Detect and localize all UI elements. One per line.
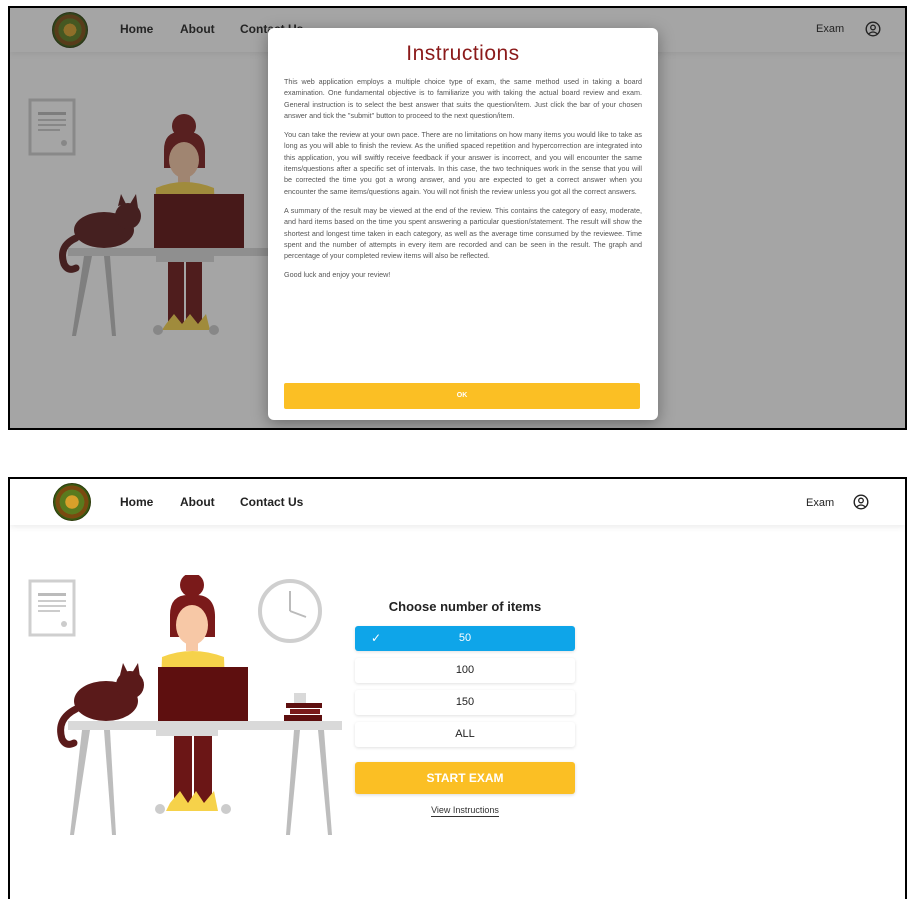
screenshot-choose-items: Home About Contact Us Exam Choose number… bbox=[8, 477, 907, 899]
option-150[interactable]: 150 bbox=[355, 690, 575, 715]
view-instructions-label: View Instructions bbox=[431, 805, 499, 817]
modal-body: This web application employs a multiple … bbox=[284, 76, 642, 289]
certificate-icon bbox=[28, 579, 76, 637]
instruction-paragraph: Good luck and enjoy your review! bbox=[284, 270, 391, 280]
start-exam-button[interactable]: START EXAM bbox=[355, 762, 575, 794]
instruction-paragraph: You can take the review at your own pace… bbox=[284, 130, 642, 196]
instructions-modal: Instructions This web application employ… bbox=[268, 28, 658, 420]
modal-title: Instructions bbox=[406, 42, 520, 65]
option-all[interactable]: ALL bbox=[355, 722, 575, 747]
wall-clock-icon bbox=[258, 579, 322, 643]
seal-logo-icon[interactable] bbox=[53, 483, 91, 521]
option-label: 150 bbox=[455, 696, 475, 708]
navbar: Home About Contact Us Exam bbox=[10, 479, 905, 525]
check-icon: ✓ bbox=[371, 631, 382, 645]
option-50[interactable]: ✓ 50 bbox=[355, 626, 575, 651]
user-circle-icon[interactable] bbox=[853, 494, 869, 510]
view-instructions-link[interactable]: View Instructions bbox=[355, 805, 575, 817]
ok-button[interactable]: OK bbox=[284, 383, 640, 409]
nav-about-link[interactable]: About bbox=[180, 495, 215, 509]
nav-exam-link[interactable]: Exam bbox=[806, 497, 834, 509]
option-label: 50 bbox=[458, 632, 472, 644]
study-illustration bbox=[28, 575, 342, 835]
screenshot-instructions-modal: Home About Contact Us Exam bbox=[8, 6, 907, 430]
nav-contact-link[interactable]: Contact Us bbox=[240, 495, 303, 509]
instruction-paragraph: A summary of the result may be viewed at… bbox=[284, 205, 642, 261]
instruction-paragraph: This web application employs a multiple … bbox=[284, 77, 642, 120]
option-label: 100 bbox=[455, 664, 475, 676]
choose-items-title: Choose number of items bbox=[388, 599, 542, 614]
option-100[interactable]: 100 bbox=[355, 658, 575, 683]
cup-and-books bbox=[284, 693, 322, 721]
cat-figure bbox=[57, 663, 144, 748]
laptop bbox=[158, 667, 248, 725]
nav-home-link[interactable]: Home bbox=[120, 495, 153, 509]
option-label: ALL bbox=[455, 728, 475, 740]
